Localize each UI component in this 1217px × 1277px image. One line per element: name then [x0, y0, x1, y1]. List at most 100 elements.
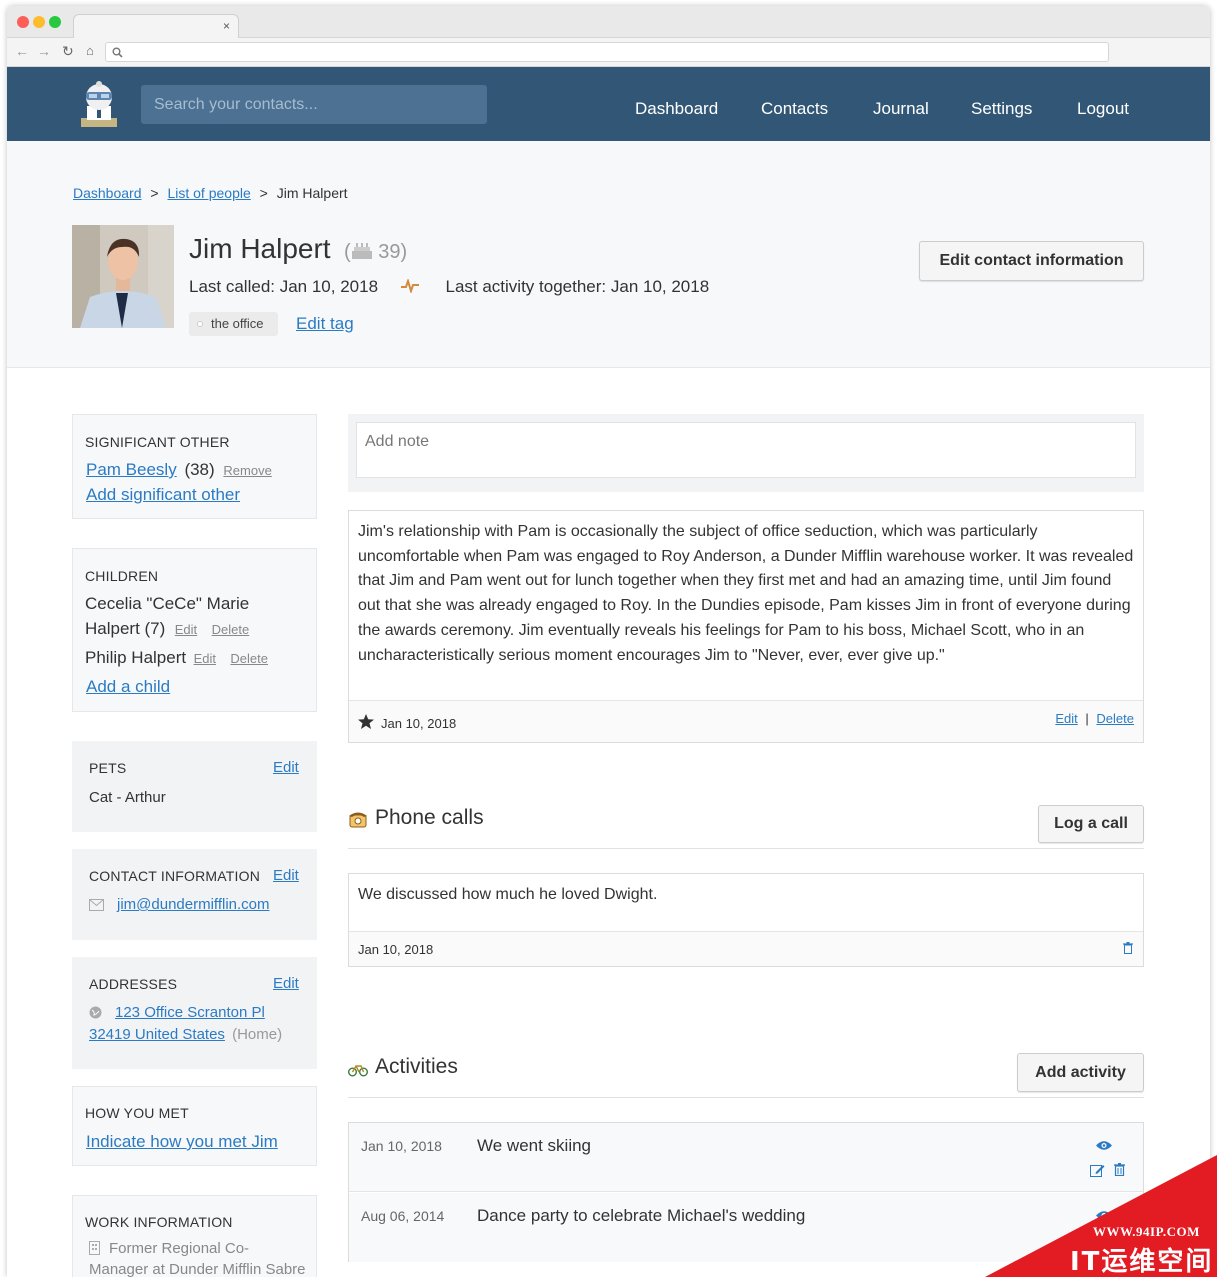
addresses-title: ADDRESSES [89, 976, 178, 992]
browser-toolbar: ← → ↻ ⌂ [7, 38, 1210, 67]
browser-window: × ← → ↻ ⌂ Dashboard Contacts Journal Set… [7, 6, 1210, 1277]
search-contacts-input[interactable] [141, 85, 487, 124]
address-type: (Home) [232, 1026, 283, 1043]
child-name: Philip Halpert [85, 648, 187, 667]
how-you-met-title: HOW YOU MET [85, 1105, 189, 1121]
edit-child-link[interactable]: Edit [194, 651, 216, 666]
email-link[interactable]: jim@dundermifflin.com [117, 896, 270, 913]
contact-information-title: CONTACT INFORMATION [89, 868, 261, 884]
children-title: CHILDREN [85, 568, 159, 584]
activity-title: We went skiing [477, 1136, 592, 1155]
breadcrumb: Dashboard > List of people > Jim Halpert [73, 185, 348, 201]
activity-date: Aug 06, 2014 [361, 1208, 445, 1224]
work-line1: Former Regional Co- [109, 1240, 250, 1257]
child-row: Halpert (7) Edit Delete [85, 619, 249, 639]
activity-title: Dance party to celebrate Michael's weddi… [477, 1206, 806, 1225]
close-window-button[interactable] [17, 16, 29, 28]
how-you-met-card: HOW YOU MET Indicate how you met Jim [72, 1086, 317, 1166]
significant-other-title: SIGNIFICANT OTHER [85, 434, 230, 450]
edit-addresses-link[interactable]: Edit [273, 975, 299, 992]
title-bar: × [7, 6, 1210, 38]
phone-call-date: Jan 10, 2018 [358, 942, 434, 957]
indicate-how-you-met-link[interactable]: Indicate how you met Jim [86, 1132, 278, 1152]
browser-tab[interactable]: × [73, 14, 239, 38]
app-logo-icon[interactable] [77, 80, 121, 128]
section-divider [348, 1097, 1144, 1098]
edit-note-link[interactable]: Edit [1055, 711, 1077, 726]
pet-item: Cat - Arthur [89, 789, 166, 806]
delete-child-link[interactable]: Delete [230, 651, 268, 666]
breadcrumb-separator: > [259, 185, 268, 201]
delete-note-link[interactable]: Delete [1096, 711, 1134, 726]
edit-contact-information-link[interactable]: Edit [273, 867, 299, 884]
children-card: CHILDREN Cecelia "CeCe" Marie Halpert (7… [72, 548, 317, 712]
address-line1-link[interactable]: 123 Office Scranton Pl [115, 1004, 265, 1021]
watermark-text: IT运维空间 [1070, 1247, 1214, 1277]
breadcrumb-dashboard-link[interactable]: Dashboard [73, 185, 142, 201]
eye-icon[interactable] [1096, 1140, 1112, 1151]
nav-journal[interactable]: Journal [873, 99, 929, 119]
delete-child-link[interactable]: Delete [212, 622, 250, 637]
tag-dot-icon [197, 321, 203, 327]
edit-contact-button[interactable]: Edit contact information [919, 241, 1144, 281]
remove-significant-other-link[interactable]: Remove [223, 463, 271, 478]
child-name-line1: Cecelia "CeCe" Marie [85, 594, 250, 613]
significant-other-card: SIGNIFICANT OTHER Pam Beesly (38) Remove… [72, 414, 317, 519]
address-line2-link[interactable]: 32419 United States [89, 1026, 225, 1043]
work-line2: Manager at Dunder Mifflin Sabre [89, 1261, 306, 1277]
note-date: Jan 10, 2018 [381, 716, 457, 731]
significant-other-link[interactable]: Pam Beesly [86, 460, 177, 479]
search-icon [112, 47, 123, 58]
edit-child-link[interactable]: Edit [175, 622, 197, 637]
last-called: Last called: Jan 10, 2018 [189, 277, 379, 296]
back-arrow-icon[interactable]: ← [15, 43, 29, 59]
significant-other-row: Pam Beesly (38) Remove [86, 460, 272, 480]
tab-close-icon[interactable]: × [223, 19, 230, 33]
contact-age: ( 39) [344, 241, 408, 263]
edit-pets-link[interactable]: Edit [273, 759, 299, 776]
phone-calls-title: Phone calls [375, 806, 484, 829]
breadcrumb-list-link[interactable]: List of people [167, 185, 250, 201]
nav-logout[interactable]: Logout [1077, 99, 1129, 119]
home-icon[interactable]: ⌂ [86, 43, 94, 58]
address-bar[interactable] [105, 42, 1109, 62]
add-activity-button[interactable]: Add activity [1017, 1053, 1144, 1092]
building-icon [89, 1241, 100, 1255]
last-activity: Last activity together: Jan 10, 2018 [445, 277, 710, 296]
add-child-link[interactable]: Add a child [86, 677, 170, 697]
nav-settings[interactable]: Settings [971, 99, 1032, 119]
trash-icon[interactable] [1123, 942, 1133, 954]
contact-information-card: CONTACT INFORMATION Edit jim@dundermiffl… [72, 849, 317, 940]
note-footer: Jan 10, 2018 Edit | Delete [349, 700, 1143, 742]
nav-dashboard[interactable]: Dashboard [635, 99, 718, 119]
phone-call-item: We discussed how much he loved Dwight. J… [348, 873, 1144, 967]
child-name-line2: Halpert (7) [85, 619, 166, 638]
age-value: 39 [378, 241, 401, 263]
work-information-card: WORK INFORMATION Former Regional Co- Man… [72, 1195, 317, 1277]
globe-icon [89, 1006, 102, 1019]
log-call-button[interactable]: Log a call [1038, 805, 1144, 843]
tag-chip[interactable]: the office [189, 312, 278, 336]
action-separator: | [1085, 711, 1089, 726]
star-icon[interactable] [358, 714, 374, 729]
minimize-window-button[interactable] [33, 16, 45, 28]
edit-tag-link[interactable]: Edit tag [296, 312, 354, 336]
tag-label: the office [211, 316, 264, 331]
add-note-panel [348, 414, 1144, 492]
forward-arrow-icon[interactable]: → [37, 43, 51, 59]
birthday-cake-icon [351, 243, 372, 259]
avatar [72, 225, 174, 328]
bicycle-icon [348, 1065, 368, 1077]
add-note-textarea[interactable] [356, 422, 1136, 478]
reload-icon[interactable]: ↻ [62, 43, 74, 60]
nav-contacts[interactable]: Contacts [761, 99, 828, 119]
add-significant-other-link[interactable]: Add significant other [86, 485, 240, 505]
contact-name: Jim Halpert [189, 233, 331, 264]
addresses-card: ADDRESSES Edit 123 Office Scranton Pl 32… [72, 957, 317, 1069]
activity-pulse-icon [400, 277, 419, 295]
activities-title: Activities [375, 1055, 458, 1078]
watermark-url: WWW.94IP.COM [1093, 1224, 1200, 1239]
maximize-window-button[interactable] [49, 16, 61, 28]
note-item: Jim's relationship with Pam is occasiona… [348, 510, 1144, 743]
breadcrumb-current: Jim Halpert [276, 185, 348, 201]
